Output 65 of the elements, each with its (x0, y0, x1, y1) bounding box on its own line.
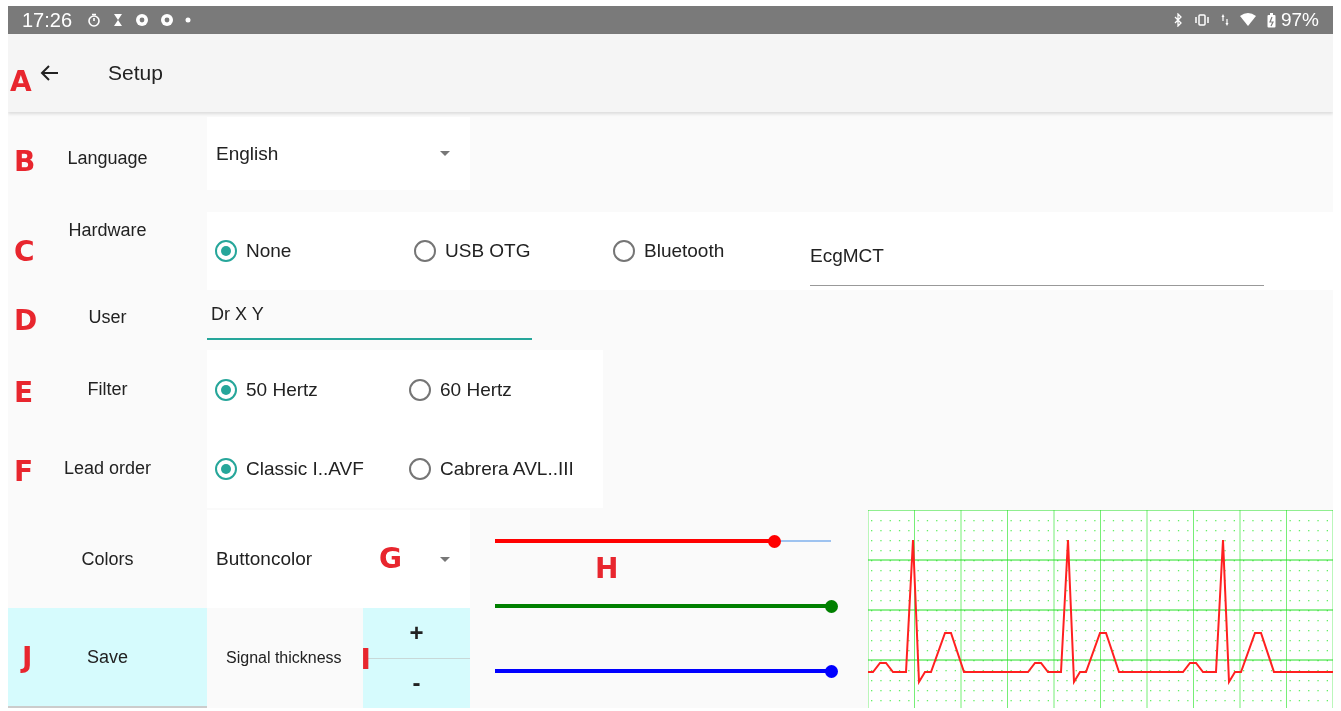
dropdown[interactable]: English (207, 117, 470, 190)
battery-percent: 97% (1280, 9, 1319, 31)
radio-option[interactable]: USB OTG (414, 240, 613, 262)
radio-option[interactable]: Bluetooth (613, 240, 812, 262)
radio-button[interactable] (409, 378, 431, 401)
caret-icon (440, 151, 450, 156)
vibrate-icon (1193, 13, 1210, 27)
annotation-letter: H (595, 555, 619, 583)
radio-button[interactable] (215, 378, 237, 401)
radio-option[interactable]: Classic I..AVF (215, 457, 409, 480)
user-name-field[interactable]: Dr X Y (207, 290, 532, 340)
annotation-letter: A (10, 68, 32, 96)
annotation-letter: D (14, 306, 38, 335)
setting-label: Language (67, 148, 148, 169)
radio-button[interactable] (613, 240, 635, 262)
slider-thumb[interactable] (825, 664, 838, 678)
radio-option[interactable]: None (215, 240, 414, 262)
radio-label: USB OTG (445, 240, 531, 262)
stopwatch-icon (87, 13, 102, 27)
radio-option[interactable]: Cabrera AVL..III (409, 457, 603, 480)
radio-label: Classic I..AVF (246, 457, 364, 480)
slider-thumb[interactable] (825, 599, 838, 613)
battery-icon (1266, 12, 1276, 28)
annotation-letter: B (14, 147, 36, 176)
device-name-field[interactable]: EcgMCT (810, 226, 1264, 286)
radio-button[interactable] (414, 240, 436, 262)
setting-label: User (88, 307, 127, 328)
annotation-letter: E (14, 378, 34, 407)
radio-label: Cabrera AVL..III (440, 457, 574, 480)
circle-logo-icon (160, 13, 175, 27)
signal-thickness-label: Signal thickness (226, 649, 342, 667)
annotation-letter: C (14, 238, 35, 266)
radio-label: 50 Hertz (246, 378, 318, 401)
setting-label: Filter (87, 379, 128, 400)
radio-button[interactable] (215, 457, 237, 480)
radio-label: None (246, 240, 292, 262)
radio-label: 60 Hertz (440, 378, 512, 401)
radio-button[interactable] (215, 240, 237, 262)
color-slider[interactable] (495, 599, 838, 613)
setting-label: Lead order (63, 458, 152, 479)
back-arrow-icon (40, 63, 60, 83)
dropdown[interactable]: Buttoncolor G (207, 510, 470, 608)
data-arrows-icon (1220, 13, 1229, 27)
hourglass-icon (112, 13, 125, 27)
setting-label: Colors (81, 548, 134, 570)
dropdown-value: English (216, 142, 280, 165)
annotation-letter: J (22, 644, 33, 672)
caret-icon (440, 556, 450, 562)
wifi-icon (1239, 13, 1256, 27)
status-time: 17:26 (22, 8, 73, 32)
radio-option[interactable]: 60 Hertz (409, 378, 603, 401)
save-button[interactable]: J Save (8, 608, 207, 708)
dropdown-value: Buttoncolor (216, 548, 314, 570)
annotation-letter: G (379, 545, 402, 573)
setting-label: Hardware (68, 220, 147, 241)
screen-title: Setup (108, 61, 163, 85)
bluetooth-icon (1172, 13, 1183, 27)
circle-logo-icon (135, 13, 150, 27)
dot-icon (185, 17, 192, 23)
color-slider[interactable] (495, 664, 838, 678)
slider-thumb[interactable] (767, 534, 781, 548)
radio-option[interactable]: 50 Hertz (215, 378, 409, 401)
annotation-letter: F (14, 457, 34, 486)
radio-button[interactable] (409, 457, 431, 480)
radio-label: Bluetooth (644, 240, 725, 262)
